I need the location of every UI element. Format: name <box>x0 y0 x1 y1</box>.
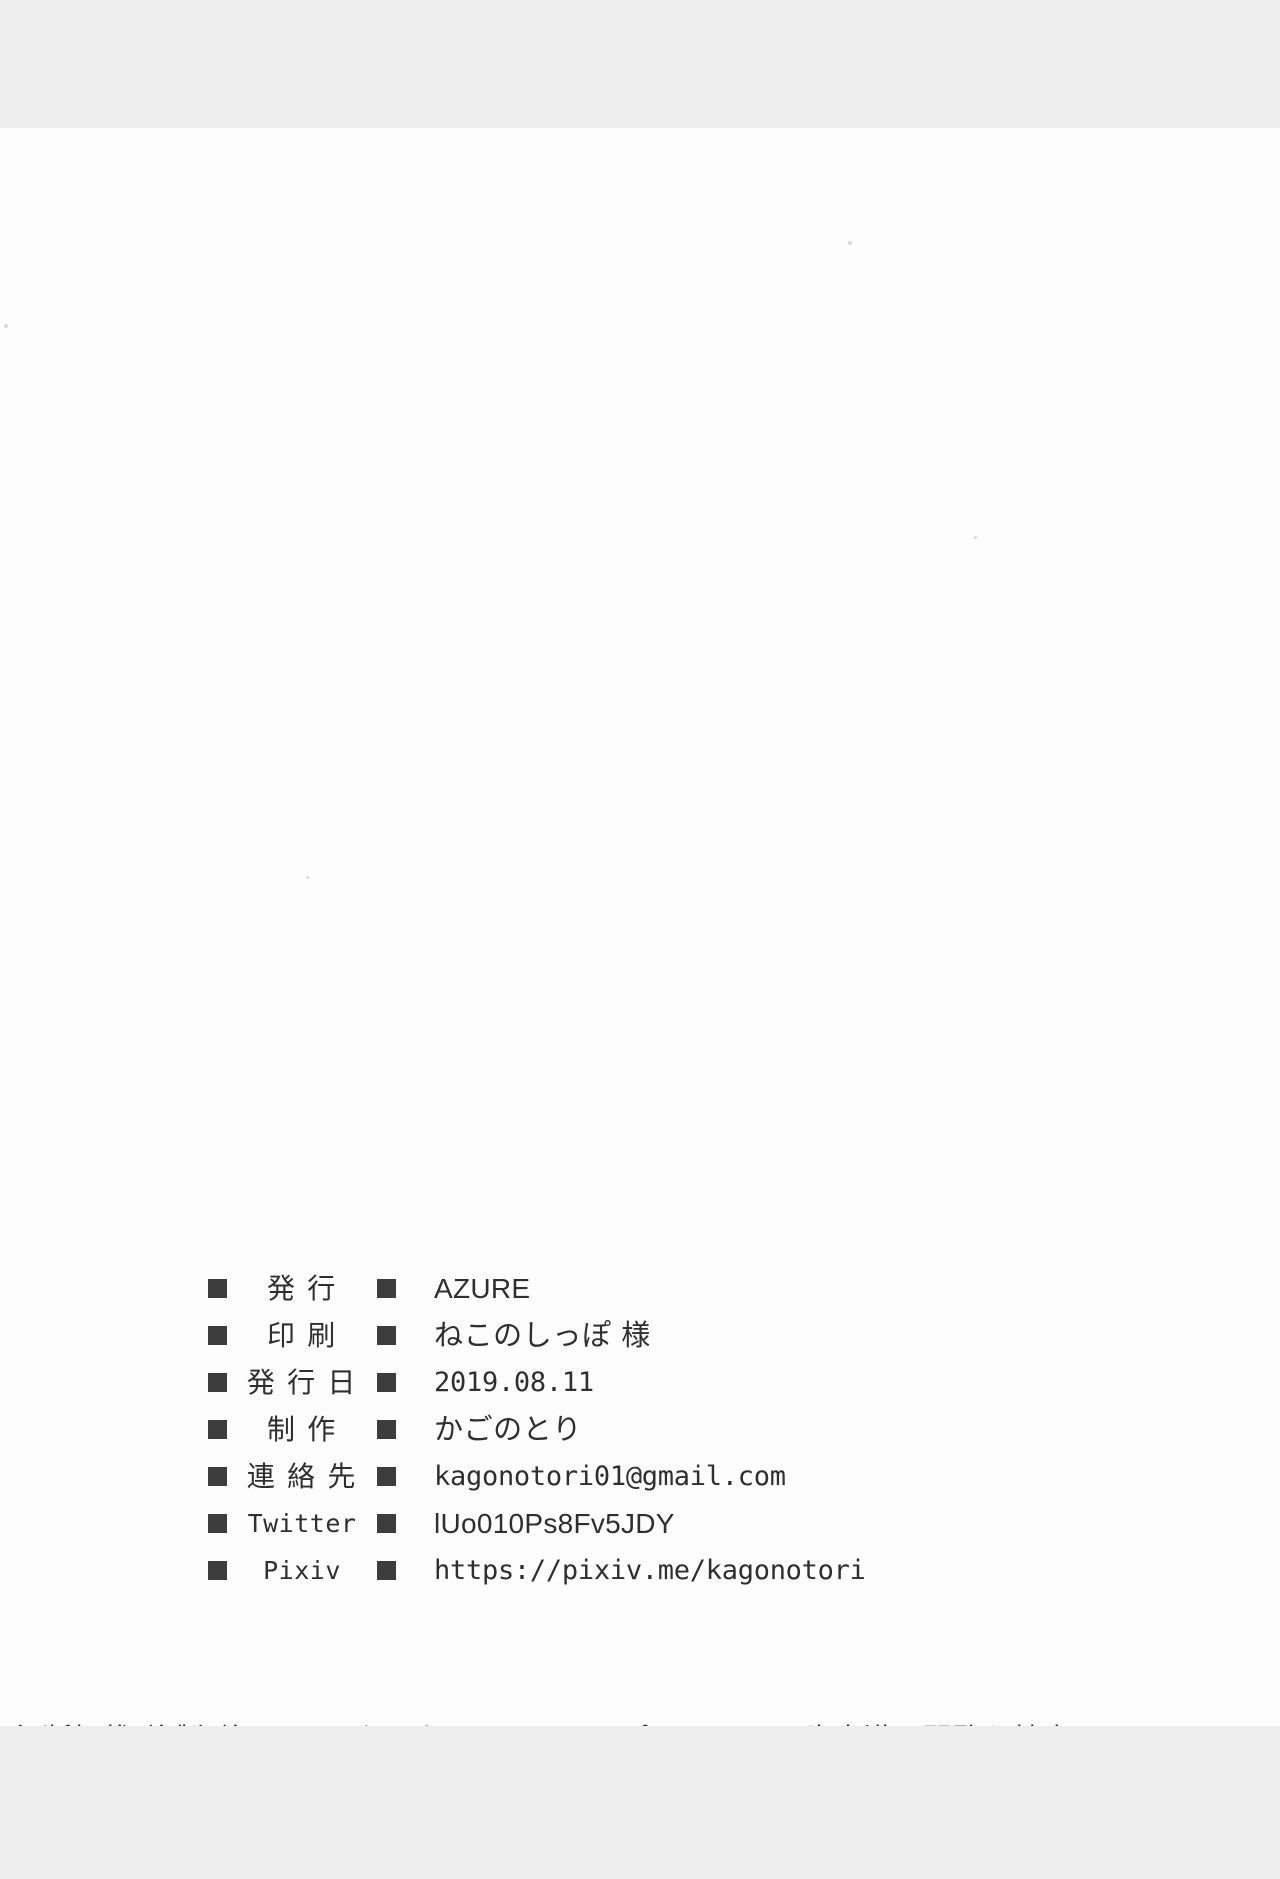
colophon-row: 発 行 日 2019.08.11 <box>0 1359 1280 1406</box>
colophon-row-label: Twitter <box>247 1509 357 1538</box>
colophon-row: 印 刷 ねこのしっぽ 様 <box>0 1312 1280 1359</box>
colophon-pixiv-url: https://pixiv.me/kagonotori <box>434 1555 866 1586</box>
page-sheet: 発 行 AZURE 印 刷 ねこのしっぽ 様 発 行 日 2019.08.11 … <box>0 128 1280 1726</box>
paper-speck <box>974 536 977 539</box>
colophon-row-value: AZURE <box>434 1272 531 1304</box>
colophon-row: Pixiv https://pixiv.me/kagonotori <box>0 1547 1280 1594</box>
square-bullet-icon <box>208 1561 227 1580</box>
colophon-row-value: かごのとり <box>434 1412 582 1446</box>
colophon-twitter-handle: lUo010Ps8Fv5JDY <box>434 1507 675 1539</box>
colophon-row-label: Pixiv <box>263 1556 341 1585</box>
square-bullet-icon <box>377 1561 396 1580</box>
colophon-row-label: 印 刷 <box>267 1318 337 1352</box>
copyright-notice: 無断転載･複製･複写･インターネットへのアップロード、18歳未満の閲覧を禁止しま… <box>12 1723 1268 1726</box>
paper-speck <box>306 876 309 879</box>
colophon-row-value: ねこのしっぽ 様 <box>434 1318 651 1352</box>
square-bullet-icon <box>377 1514 396 1533</box>
square-bullet-icon <box>208 1326 227 1345</box>
square-bullet-icon <box>208 1514 227 1533</box>
colophon-row: 制 作 かごのとり <box>0 1406 1280 1453</box>
square-bullet-icon <box>208 1420 227 1439</box>
colophon-row-label: 制 作 <box>267 1412 337 1446</box>
square-bullet-icon <box>377 1467 396 1486</box>
square-bullet-icon <box>377 1420 396 1439</box>
colophon-row: 発 行 AZURE <box>0 1265 1280 1312</box>
colophon-row-value: 2019.08.11 <box>434 1367 594 1398</box>
colophon-list: 発 行 AZURE 印 刷 ねこのしっぽ 様 発 行 日 2019.08.11 … <box>0 1265 1280 1594</box>
square-bullet-icon <box>377 1279 396 1298</box>
colophon-row: 連 絡 先 kagonotori01@gmail.com <box>0 1453 1280 1500</box>
colophon-contact-email: kagonotori01@gmail.com <box>434 1461 786 1492</box>
colophon-row-label: 連 絡 先 <box>246 1459 358 1493</box>
square-bullet-icon <box>208 1279 227 1298</box>
paper-speck <box>848 241 852 245</box>
paper-speck <box>4 324 8 328</box>
colophon-row: Twitter lUo010Ps8Fv5JDY <box>0 1500 1280 1547</box>
square-bullet-icon <box>377 1373 396 1392</box>
square-bullet-icon <box>208 1373 227 1392</box>
square-bullet-icon <box>208 1467 227 1486</box>
colophon-row-label: 発 行 日 <box>246 1365 358 1399</box>
square-bullet-icon <box>377 1326 396 1345</box>
colophon-row-label: 発 行 <box>267 1271 337 1305</box>
